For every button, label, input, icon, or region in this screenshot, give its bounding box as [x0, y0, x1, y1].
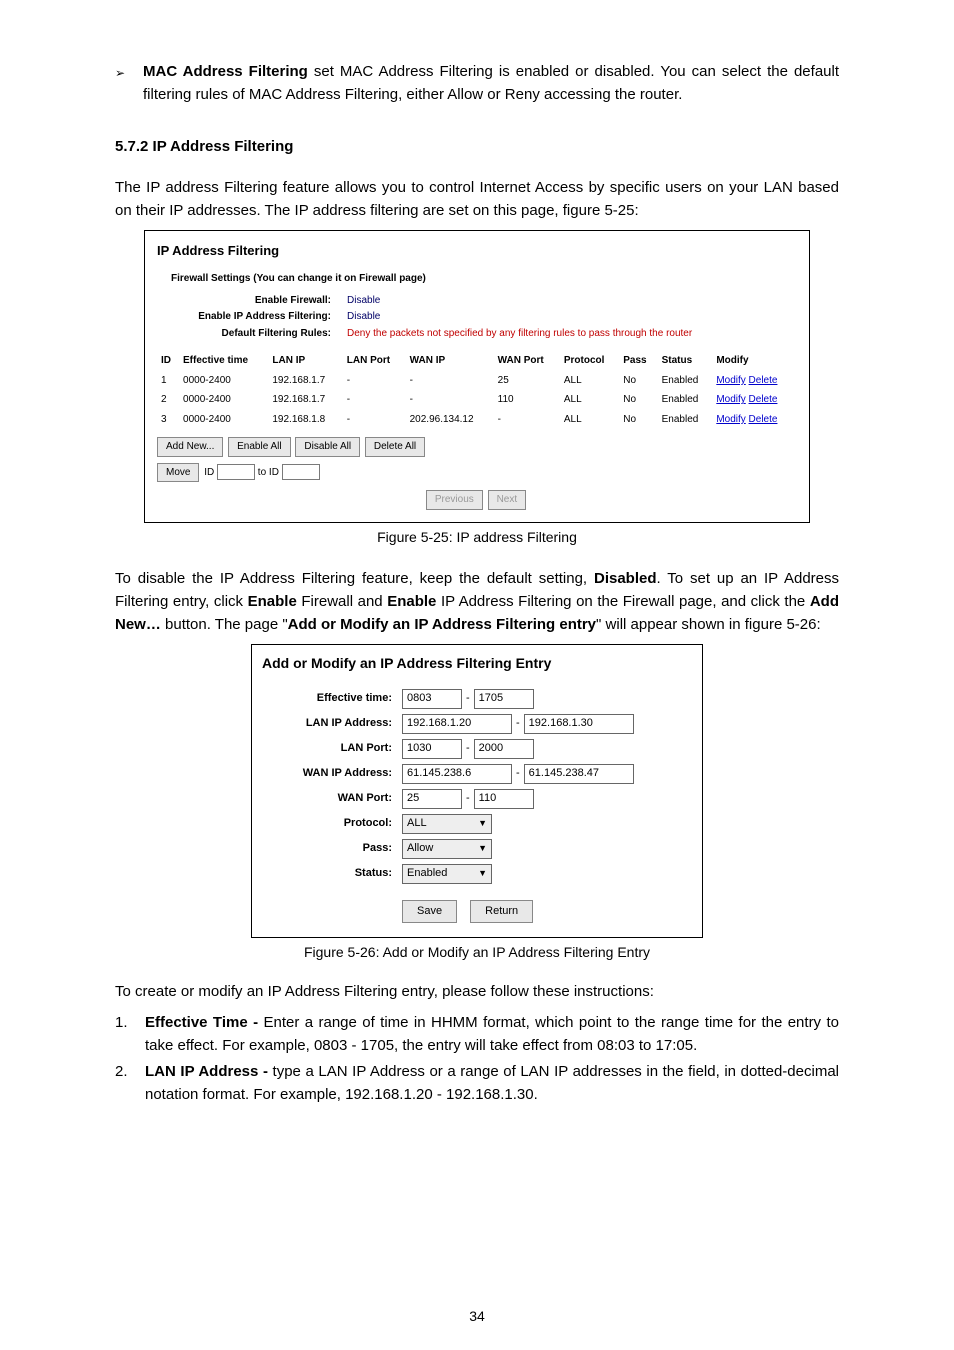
table-header: IDEffective timeLAN IPLAN PortWAN IPWAN …	[157, 351, 797, 371]
intro-paragraph: The IP address Filtering feature allows …	[115, 176, 839, 223]
instructions-lead: To create or modify an IP Address Filter…	[115, 980, 839, 1003]
move-to-input[interactable]	[282, 464, 320, 480]
save-button[interactable]: Save	[402, 900, 457, 923]
to-id-label: to ID	[258, 467, 279, 478]
protocol-label: Protocol:	[262, 815, 402, 832]
wan-port-to[interactable]: 110	[474, 789, 534, 809]
list-number-1: 1.	[115, 1011, 145, 1058]
figure-25-caption: Figure 5-25: IP address Filtering	[115, 527, 839, 549]
disable-all-button[interactable]: Disable All	[295, 437, 360, 457]
add-new-button[interactable]: Add New...	[157, 437, 223, 457]
effective-time-label: Effective time:	[262, 690, 402, 707]
list-item-1: Effective Time - Enter a range of time i…	[145, 1011, 839, 1058]
delete-link[interactable]: Delete	[749, 394, 778, 405]
wan-port-label: WAN Port:	[262, 790, 402, 807]
kv-value: Disable	[347, 293, 380, 309]
section-heading: 5.7.2 IP Address Filtering	[115, 135, 839, 158]
status-label: Status:	[262, 865, 402, 882]
table-row: 30000-2400192.168.1.8-202.96.134.12-ALLN…	[157, 410, 797, 430]
modify-link[interactable]: Modify	[716, 375, 745, 386]
kv-label: Enable Firewall:	[171, 293, 347, 309]
dialog-title: Add or Modify an IP Address Filtering En…	[262, 653, 692, 675]
bullet-mac-filtering: MAC Address Filtering set MAC Address Fi…	[143, 60, 839, 107]
table-row: 20000-2400192.168.1.7--110ALLNoEnabled M…	[157, 390, 797, 410]
kv-value: Disable	[347, 309, 380, 325]
wan-ip-to[interactable]: 61.145.238.47	[524, 764, 634, 784]
table-row: 10000-2400192.168.1.7--25ALLNoEnabled Mo…	[157, 371, 797, 391]
wan-ip-label: WAN IP Address:	[262, 765, 402, 782]
next-button[interactable]: Next	[488, 490, 527, 510]
wan-ip-from[interactable]: 61.145.238.6	[402, 764, 512, 784]
page-number: 34	[0, 1306, 954, 1328]
id-label: ID	[204, 467, 214, 478]
modify-link[interactable]: Modify	[716, 394, 745, 405]
lan-port-label: LAN Port:	[262, 740, 402, 757]
effective-time-from[interactable]: 0803	[402, 689, 462, 709]
lan-ip-from[interactable]: 192.168.1.20	[402, 714, 512, 734]
pass-select[interactable]: Allow▼	[402, 839, 492, 859]
panel-title: IP Address Filtering	[157, 241, 797, 261]
kv-value: Deny the packets not specified by any fi…	[347, 326, 692, 342]
enable-all-button[interactable]: Enable All	[228, 437, 290, 457]
lan-ip-to[interactable]: 192.168.1.30	[524, 714, 634, 734]
figure-add-modify-entry: Add or Modify an IP Address Filtering En…	[251, 644, 703, 938]
list-item-2: LAN IP Address - type a LAN IP Address o…	[145, 1060, 839, 1107]
lan-port-to[interactable]: 2000	[474, 739, 534, 759]
lan-port-from[interactable]: 1030	[402, 739, 462, 759]
chevron-down-icon: ▼	[478, 842, 487, 856]
delete-all-button[interactable]: Delete All	[365, 437, 425, 457]
bullet-icon: ➢	[115, 60, 143, 83]
delete-link[interactable]: Delete	[749, 375, 778, 386]
modify-link[interactable]: Modify	[716, 414, 745, 425]
mid-paragraph: To disable the IP Address Filtering feat…	[115, 567, 839, 637]
previous-button[interactable]: Previous	[426, 490, 483, 510]
pass-label: Pass:	[262, 840, 402, 857]
list-number-2: 2.	[115, 1060, 145, 1107]
chevron-down-icon: ▼	[478, 867, 487, 881]
chevron-down-icon: ▼	[478, 817, 487, 831]
effective-time-to[interactable]: 1705	[474, 689, 534, 709]
return-button[interactable]: Return	[470, 900, 533, 923]
protocol-select[interactable]: ALL▼	[402, 814, 492, 834]
delete-link[interactable]: Delete	[749, 414, 778, 425]
filter-table: IDEffective timeLAN IPLAN PortWAN IPWAN …	[157, 351, 797, 429]
figure-ip-filtering: IP Address Filtering Firewall Settings (…	[144, 230, 810, 523]
move-button[interactable]: Move	[157, 463, 199, 483]
move-from-input[interactable]	[217, 464, 255, 480]
lan-ip-label: LAN IP Address:	[262, 715, 402, 732]
wan-port-from[interactable]: 25	[402, 789, 462, 809]
figure-26-caption: Figure 5-26: Add or Modify an IP Address…	[115, 942, 839, 964]
status-select[interactable]: Enabled▼	[402, 864, 492, 884]
settings-subheading: Firewall Settings (You can change it on …	[171, 271, 797, 287]
kv-label: Enable IP Address Filtering:	[171, 309, 347, 325]
kv-label: Default Filtering Rules:	[171, 326, 347, 342]
